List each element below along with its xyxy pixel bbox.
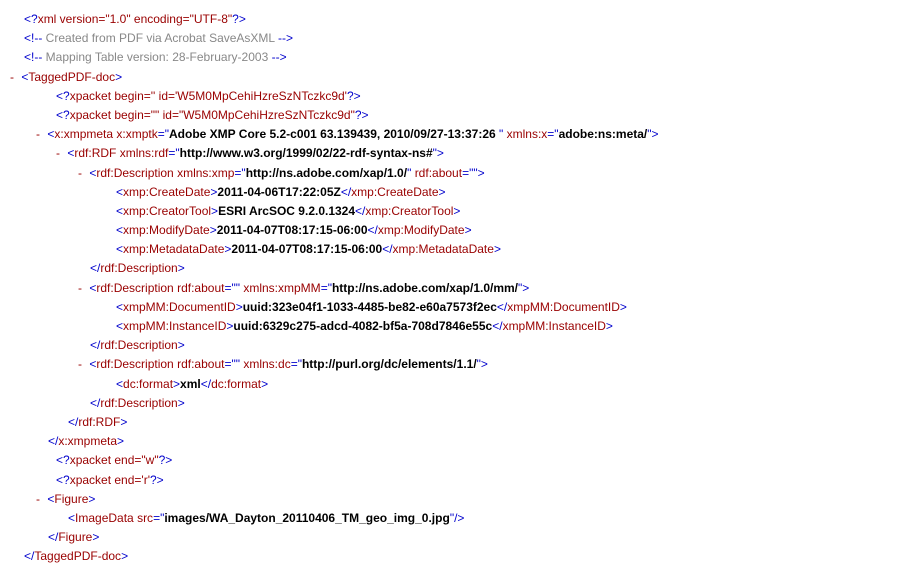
xpacket-end-2: <?xpacket end='r'?> bbox=[6, 471, 892, 490]
tag-desc2: rdf:Description bbox=[96, 281, 173, 295]
val-xmlnsxmpmm: http://ns.adobe.com/xap/1.0/mm/ bbox=[332, 281, 518, 295]
tag-createdate-o: xmp:CreateDate bbox=[123, 185, 210, 199]
desc3-open: - <rdf:Description rdf:about="" xmlns:dc… bbox=[6, 355, 892, 374]
tag-createdate-c: xmp:CreateDate bbox=[351, 185, 438, 199]
val-xmlnsx: adobe:ns:meta/ bbox=[559, 127, 648, 141]
root-open: - <TaggedPDF-doc> bbox=[6, 68, 892, 87]
attr-xmlnsx: xmlns:x bbox=[507, 127, 548, 141]
tag-rdfc: rdf:RDF bbox=[78, 415, 120, 429]
tag-modifydate-o: xmp:ModifyDate bbox=[123, 223, 210, 237]
comment-line-2: <!-- Mapping Table version: 28-February-… bbox=[6, 48, 892, 67]
toggle-icon[interactable]: - bbox=[32, 125, 44, 144]
metadatadate-line: <xmp:MetadataDate>2011-04-07T08:17:15-06… bbox=[6, 240, 892, 259]
tag-xmpmetac: x:xmpmeta bbox=[58, 434, 117, 448]
val-xmlnsrdf: http://www.w3.org/1999/02/22-rdf-syntax-… bbox=[180, 146, 433, 160]
attr-xmptk: x:xmptk bbox=[116, 127, 157, 141]
attr-xmlnsrdf: xmlns:rdf bbox=[120, 146, 169, 160]
tag-root-c: TaggedPDF-doc bbox=[34, 549, 121, 563]
rdf-open: - <rdf:RDF xmlns:rdf="http://www.w3.org/… bbox=[6, 144, 892, 163]
tag-figure-c: Figure bbox=[58, 530, 92, 544]
root-close: </TaggedPDF-doc> bbox=[6, 547, 892, 566]
xpacket-e2: xpacket end='r' bbox=[70, 473, 150, 487]
val-xmlnsxmp: http://ns.adobe.com/xap/1.0/ bbox=[246, 166, 407, 180]
xpacket-begin-2: <?xpacket begin="" id="W5M0MpCehiHzreSzN… bbox=[6, 106, 892, 125]
tag-imagedata: ImageData bbox=[75, 511, 134, 525]
attr-xmlnsdc: xmlns:dc bbox=[243, 357, 290, 371]
creatortool-line: <xmp:CreatorTool>ESRI ArcSOC 9.2.0.1324<… bbox=[6, 202, 892, 221]
tag-documentid-o: xmpMM:DocumentID bbox=[123, 300, 236, 314]
modifydate-line: <xmp:ModifyDate>2011-04-07T08:17:15-06:0… bbox=[6, 221, 892, 240]
xpacket-2: xpacket begin="" id="W5M0MpCehiHzreSzNTc… bbox=[70, 108, 355, 122]
xpacket-end-1: <?xpacket end="w"?> bbox=[6, 451, 892, 470]
val-xmlnsdc: http://purl.org/dc/elements/1.1/ bbox=[302, 357, 477, 371]
val-modifydate: 2011-04-07T08:17:15-06:00 bbox=[217, 223, 368, 237]
tag-creatortool-o: xmp:CreatorTool bbox=[123, 204, 211, 218]
desc2-close: </rdf:Description> bbox=[6, 336, 892, 355]
attr-xmlnsxmp: xmlns:xmp bbox=[177, 166, 234, 180]
comment-2: Mapping Table version: 28-February-2003 bbox=[42, 50, 271, 64]
val-instanceid: uuid:6329c275-adcd-4082-bf5a-708d7846e55… bbox=[233, 319, 492, 333]
tag-desc3c: rdf:Description bbox=[100, 396, 177, 410]
tag-desc3: rdf:Description bbox=[96, 357, 173, 371]
tag-figure-o: Figure bbox=[54, 492, 88, 506]
toggle-icon[interactable]: - bbox=[32, 490, 44, 509]
val-creatortool: ESRI ArcSOC 9.2.0.1324 bbox=[218, 204, 355, 218]
toggle-icon[interactable]: - bbox=[74, 279, 86, 298]
val-format: xml bbox=[180, 377, 201, 391]
desc1-open: - <rdf:Description xmlns:xmp="http://ns.… bbox=[6, 164, 892, 183]
desc2-open: - <rdf:Description rdf:about="" xmlns:xm… bbox=[6, 279, 892, 298]
tag-taggedpdf: TaggedPDF-doc bbox=[28, 70, 115, 84]
tag-format-c: dc:format bbox=[211, 377, 261, 391]
val-metadatadate: 2011-04-07T08:17:15-06:00 bbox=[231, 242, 382, 256]
toggle-icon[interactable]: - bbox=[74, 164, 86, 183]
tag-creatortool-c: xmp:CreatorTool bbox=[365, 204, 453, 218]
xpacket-begin-1: <?xpacket begin='' id='W5M0MpCehiHzreSzN… bbox=[6, 87, 892, 106]
tag-modifydate-c: xmp:ModifyDate bbox=[378, 223, 465, 237]
val-createdate: 2011-04-06T17:22:05Z bbox=[217, 185, 340, 199]
val-xmptk: Adobe XMP Core 5.2-c001 63.139439, 2010/… bbox=[169, 127, 499, 141]
imagedata-line: <ImageData src="images/WA_Dayton_2011040… bbox=[6, 509, 892, 528]
val-documentid: uuid:323e04f1-1033-4485-be82-e60a7573f2e… bbox=[243, 300, 497, 314]
documentid-line: <xmpMM:DocumentID>uuid:323e04f1-1033-448… bbox=[6, 298, 892, 317]
attr-about1: rdf:about bbox=[415, 166, 462, 180]
xmpmeta-close: </x:xmpmeta> bbox=[6, 432, 892, 451]
desc1-close: </rdf:Description> bbox=[6, 259, 892, 278]
tag-metadatadate-c: xmp:MetadataDate bbox=[393, 242, 494, 256]
xmpmeta-open: - <x:xmpmeta x:xmptk="Adobe XMP Core 5.2… bbox=[6, 125, 892, 144]
desc3-close: </rdf:Description> bbox=[6, 394, 892, 413]
attr-about3: rdf:about bbox=[177, 357, 224, 371]
instanceid-line: <xmpMM:InstanceID>uuid:6329c275-adcd-408… bbox=[6, 317, 892, 336]
comment-line-1: <!-- Created from PDF via Acrobat SaveAs… bbox=[6, 29, 892, 48]
figure-open: - <Figure> bbox=[6, 490, 892, 509]
figure-close: </Figure> bbox=[6, 528, 892, 547]
format-line: <dc:format>xml</dc:format> bbox=[6, 375, 892, 394]
xpacket-1: xpacket begin='' id='W5M0MpCehiHzreSzNTc… bbox=[70, 89, 347, 103]
tag-documentid-c: xmpMM:DocumentID bbox=[507, 300, 620, 314]
tag-instanceid-c: xmpMM:InstanceID bbox=[503, 319, 606, 333]
attr-src: src bbox=[137, 511, 153, 525]
xml-decl-text: xml version="1.0" encoding="UTF-8" bbox=[38, 12, 232, 26]
xpacket-e1: xpacket end="w" bbox=[70, 453, 159, 467]
tag-xmpmeta: x:xmpmeta bbox=[54, 127, 113, 141]
val-src: images/WA_Dayton_20110406_TM_geo_img_0.j… bbox=[164, 511, 449, 525]
attr-about2: rdf:about bbox=[177, 281, 224, 295]
createdate-line: <xmp:CreateDate>2011-04-06T17:22:05Z</xm… bbox=[6, 183, 892, 202]
tag-desc1: rdf:Description bbox=[96, 166, 173, 180]
toggle-icon[interactable]: - bbox=[74, 355, 86, 374]
toggle-icon[interactable]: - bbox=[52, 144, 64, 163]
comment-1: Created from PDF via Acrobat SaveAsXML bbox=[42, 31, 278, 45]
tag-desc2c: rdf:Description bbox=[100, 338, 177, 352]
attr-xmlnsxmpmm: xmlns:xmpMM bbox=[243, 281, 320, 295]
tag-instanceid-o: xmpMM:InstanceID bbox=[123, 319, 226, 333]
tag-desc1c: rdf:Description bbox=[100, 261, 177, 275]
rdf-close: </rdf:RDF> bbox=[6, 413, 892, 432]
tag-metadatadate-o: xmp:MetadataDate bbox=[123, 242, 224, 256]
tag-format-o: dc:format bbox=[123, 377, 173, 391]
xml-declaration: <?xml version="1.0" encoding="UTF-8"?> bbox=[6, 10, 892, 29]
tag-rdf: rdf:RDF bbox=[74, 146, 116, 160]
toggle-icon[interactable]: - bbox=[6, 68, 18, 87]
